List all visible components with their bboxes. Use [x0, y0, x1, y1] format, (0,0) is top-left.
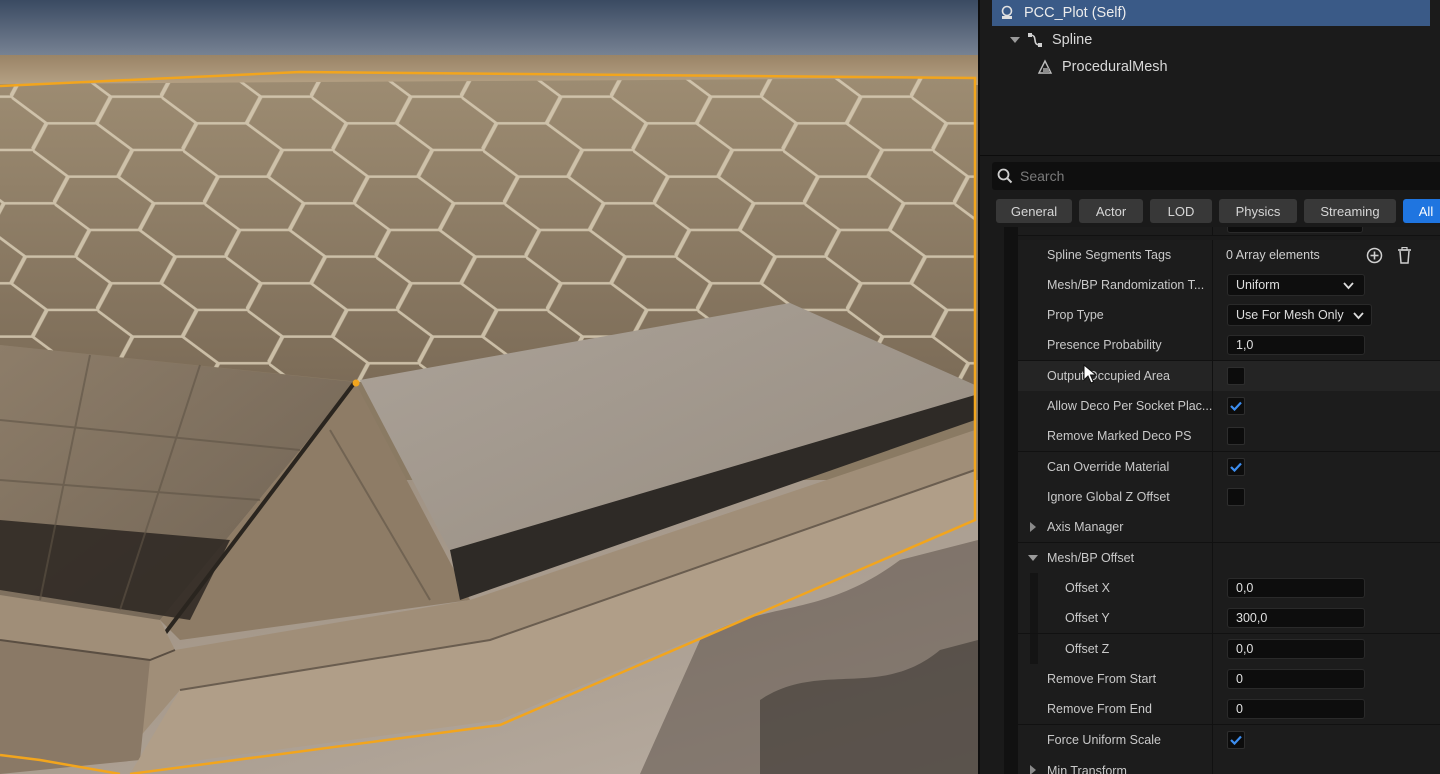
property-label: Remove Marked Deco PS [1047, 429, 1192, 443]
checkmark-icon [1230, 401, 1242, 411]
trash-icon[interactable] [1395, 246, 1413, 264]
viewport-scene[interactable] [0, 0, 978, 774]
property-row-partial [1018, 227, 1440, 236]
dropdown-value: Use For Mesh Only [1236, 308, 1344, 322]
property-row-mesh-bp-offset[interactable]: Mesh/BP Offset [1018, 543, 1440, 574]
category-rail [1004, 227, 1018, 774]
component-spline-label: Spline [1052, 32, 1093, 48]
property-row-randomization: Mesh/BP Randomization T... Uniform [1018, 270, 1440, 301]
category-tabs: General Actor LOD Physics Streaming All [996, 199, 1440, 223]
component-mesh-row[interactable]: ProceduralMesh [1036, 54, 1168, 80]
tab-streaming[interactable]: Streaming [1304, 199, 1396, 223]
property-label: Remove From End [1047, 702, 1152, 716]
checkmark-icon [1230, 735, 1242, 745]
collapse-arrow-icon[interactable] [1028, 553, 1038, 561]
mouse-cursor-icon [1083, 364, 1097, 384]
expand-arrow-icon[interactable] [1030, 522, 1036, 532]
search-input[interactable] [1018, 167, 1422, 185]
tab-all[interactable]: All [1403, 199, 1440, 223]
property-label: Allow Deco Per Socket Plac... [1047, 399, 1213, 413]
details-panel: PCC_Plot (Self) Spline ProceduralMesh Ge… [978, 0, 1440, 774]
array-count: 0 Array elements [1226, 248, 1320, 262]
tab-general[interactable]: General [996, 199, 1072, 223]
chevron-down-icon [1353, 310, 1364, 324]
property-label: Mesh/BP Randomization T... [1047, 278, 1205, 292]
property-row-offset-x: Offset X 0,0 [1018, 573, 1440, 604]
property-row-presence-probability: Presence Probability 1,0 [1018, 330, 1440, 361]
property-row-output-occupied-area: Output Occupied Area [1018, 361, 1440, 392]
tab-actor[interactable]: Actor [1079, 199, 1143, 223]
property-label: Axis Manager [1047, 520, 1124, 534]
collapse-arrow-icon[interactable] [1010, 37, 1020, 43]
property-row-remove-marked-deco: Remove Marked Deco PS [1018, 421, 1440, 452]
property-row-offset-z: Offset Z 0,0 [1018, 634, 1440, 665]
spline-icon [1026, 31, 1044, 49]
property-row-ignore-global-z: Ignore Global Z Offset [1018, 482, 1440, 513]
property-row-remove-from-start: Remove From Start 0 [1018, 664, 1440, 695]
checkmark-icon [1230, 462, 1242, 472]
component-self-row[interactable]: PCC_Plot (Self) [992, 0, 1430, 26]
components-tree: PCC_Plot (Self) Spline ProceduralMesh [980, 0, 1440, 156]
component-spline-row[interactable]: Spline [1010, 27, 1092, 53]
dropdown-value: Uniform [1236, 278, 1280, 292]
property-label: Spline Segments Tags [1047, 248, 1172, 262]
expand-arrow-icon[interactable] [1030, 765, 1036, 774]
property-row-prop-type: Prop Type Use For Mesh Only [1018, 300, 1440, 331]
property-list: Spline Segments Tags 0 Array elements Me… [980, 227, 1440, 774]
remove-marked-deco-checkbox[interactable] [1227, 427, 1245, 445]
output-occupied-area-checkbox[interactable] [1227, 367, 1245, 385]
procedural-mesh-icon [1036, 58, 1054, 76]
offset-y-input[interactable]: 300,0 [1227, 608, 1365, 628]
property-label: Ignore Global Z Offset [1047, 490, 1170, 504]
add-element-icon[interactable] [1365, 246, 1383, 264]
details-search [992, 162, 1440, 190]
property-label: Offset Z [1065, 642, 1110, 656]
property-label: Force Uniform Scale [1047, 733, 1161, 747]
property-row-offset-y: Offset Y 300,0 [1018, 603, 1440, 634]
property-row-remove-from-end: Remove From End 0 [1018, 694, 1440, 725]
property-row-axis-manager[interactable]: Axis Manager [1018, 512, 1440, 543]
search-icon [992, 168, 1018, 184]
property-row-force-uniform-scale: Force Uniform Scale [1018, 725, 1440, 756]
property-row-can-override-material: Can Override Material [1018, 452, 1440, 483]
property-row-allow-deco: Allow Deco Per Socket Plac... [1018, 391, 1440, 422]
property-row-spline-segments-tags: Spline Segments Tags 0 Array elements [1018, 240, 1440, 271]
actor-blueprint-icon [998, 4, 1016, 22]
component-mesh-label: ProceduralMesh [1062, 59, 1168, 75]
level-viewport[interactable] [0, 0, 978, 774]
component-self-label: PCC_Plot (Self) [1024, 5, 1127, 21]
property-label: Mesh/BP Offset [1047, 551, 1135, 565]
property-label: Output Occupied Area [1047, 369, 1170, 383]
force-uniform-scale-checkbox[interactable] [1227, 731, 1245, 749]
randomization-dropdown[interactable]: Uniform [1227, 274, 1365, 296]
tab-lod[interactable]: LOD [1150, 199, 1212, 223]
offset-z-input[interactable]: 0,0 [1227, 639, 1365, 659]
chevron-down-icon [1343, 280, 1354, 294]
property-label: Can Override Material [1047, 460, 1170, 474]
remove-from-end-input[interactable]: 0 [1227, 699, 1365, 719]
property-label: Offset Y [1065, 611, 1110, 625]
property-label: Presence Probability [1047, 338, 1162, 352]
can-override-material-checkbox[interactable] [1227, 458, 1245, 476]
tab-physics[interactable]: Physics [1219, 199, 1297, 223]
presence-probability-input[interactable]: 1,0 [1227, 335, 1365, 355]
ignore-global-z-checkbox[interactable] [1227, 488, 1245, 506]
remove-from-start-input[interactable]: 0 [1227, 669, 1365, 689]
prop-type-dropdown[interactable]: Use For Mesh Only [1227, 304, 1372, 326]
property-label: Remove From Start [1047, 672, 1157, 686]
property-label: Offset X [1065, 581, 1110, 595]
offset-x-input[interactable]: 0,0 [1227, 578, 1365, 598]
property-label: Min Transform [1047, 764, 1127, 774]
property-row-min-transform[interactable]: Min Transform [1018, 755, 1440, 774]
partial-value-box [1227, 227, 1363, 233]
allow-deco-checkbox[interactable] [1227, 397, 1245, 415]
property-label: Prop Type [1047, 308, 1104, 322]
